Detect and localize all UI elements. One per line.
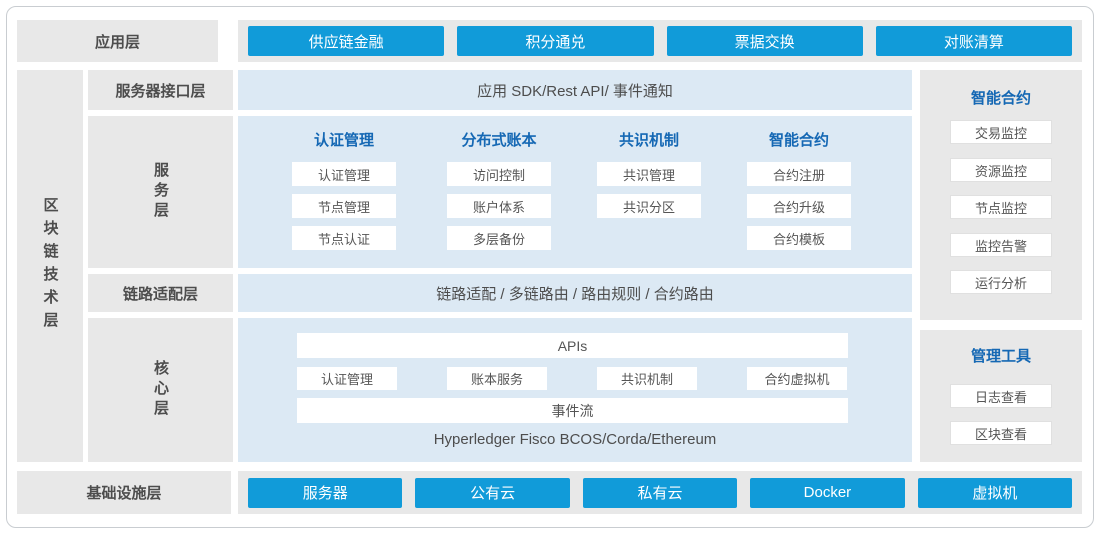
tools-item: 区块查看	[950, 421, 1052, 445]
monitor-panel-header: 智能合约	[920, 86, 1082, 108]
service-col-auth-header: 认证管理	[292, 130, 396, 148]
blockchain-tech-layer-label: 区块链技术层	[40, 197, 61, 335]
infra-layer-button-strip: 服务器 公有云 私有云 Docker 虚拟机	[238, 471, 1082, 514]
service-item: 节点认证	[292, 226, 396, 250]
service-col-consensus-header: 共识机制	[597, 130, 701, 148]
infra-button-private-cloud: 私有云	[583, 478, 737, 508]
monitor-item: 交易监控	[950, 120, 1052, 144]
infra-button-docker: Docker	[750, 478, 904, 508]
core-module: 账本服务	[447, 367, 547, 390]
monitor-item: 节点监控	[950, 195, 1052, 219]
app-button-supply-chain-finance: 供应链金融	[248, 26, 444, 56]
architecture-diagram: 应用层 供应链金融 积分通兑 票据交换 对账清算 区块链技术层 服务器接口层 服…	[0, 0, 1100, 534]
app-button-points-exchange: 积分通兑	[457, 26, 653, 56]
service-item: 合约升级	[747, 194, 851, 218]
service-layer-panel: 认证管理 认证管理 节点管理 节点认证 分布式账本 访问控制 账户体系 多层备份…	[238, 116, 912, 268]
monitor-panel: 智能合约 交易监控 资源监控 节点监控 监控告警 运行分析	[920, 70, 1082, 320]
service-col-smart-contract-header: 智能合约	[747, 130, 851, 148]
app-button-reconciliation-clearing: 对账清算	[876, 26, 1072, 56]
service-layer-label-box: 服务层	[88, 116, 233, 268]
server-interface-content: 应用 SDK/Rest API/ 事件通知	[238, 70, 912, 110]
infra-button-server: 服务器	[248, 478, 402, 508]
core-module: 认证管理	[297, 367, 397, 390]
core-module: 共识机制	[597, 367, 697, 390]
service-item: 账户体系	[447, 194, 551, 218]
apis-bar: APIs	[297, 333, 848, 358]
service-item: 合约模板	[747, 226, 851, 250]
event-stream-bar: 事件流	[297, 398, 848, 423]
monitor-item: 资源监控	[950, 158, 1052, 182]
core-layer-label-box: 核心层	[88, 318, 233, 462]
service-item: 共识管理	[597, 162, 701, 186]
monitor-item: 监控告警	[950, 233, 1052, 257]
blockchain-tech-layer-label-box: 区块链技术层	[17, 70, 83, 462]
service-layer-label: 服务层	[150, 162, 171, 222]
tools-panel-header: 管理工具	[920, 344, 1082, 366]
server-interface-layer-label: 服务器接口层	[88, 70, 233, 110]
app-button-bill-exchange: 票据交换	[667, 26, 863, 56]
link-adaptation-layer-label: 链路适配层	[88, 274, 233, 312]
service-item: 共识分区	[597, 194, 701, 218]
app-layer-button-strip: 供应链金融 积分通兑 票据交换 对账清算	[238, 20, 1082, 62]
service-item: 节点管理	[292, 194, 396, 218]
tools-panel: 管理工具 日志查看 区块查看	[920, 330, 1082, 462]
monitor-item: 运行分析	[950, 270, 1052, 294]
platforms-text: Hyperledger Fisco BCOS/Corda/Ethereum	[238, 428, 912, 450]
service-item: 访问控制	[447, 162, 551, 186]
core-module: 合约虚拟机	[747, 367, 847, 390]
tools-item: 日志查看	[950, 384, 1052, 408]
service-col-ledger-header: 分布式账本	[447, 130, 551, 148]
service-item: 合约注册	[747, 162, 851, 186]
link-adaptation-content: 链路适配 / 多链路由 / 路由规则 / 合约路由	[238, 274, 912, 312]
service-item: 多层备份	[447, 226, 551, 250]
core-layer-label: 核心层	[150, 360, 171, 420]
infra-layer-label: 基础设施层	[17, 471, 231, 514]
service-item: 认证管理	[292, 162, 396, 186]
core-layer-panel: APIs 认证管理 账本服务 共识机制 合约虚拟机 事件流 Hyperledge…	[238, 318, 912, 462]
infra-button-vm: 虚拟机	[918, 478, 1072, 508]
app-layer-label: 应用层	[17, 20, 218, 62]
infra-button-public-cloud: 公有云	[415, 478, 569, 508]
